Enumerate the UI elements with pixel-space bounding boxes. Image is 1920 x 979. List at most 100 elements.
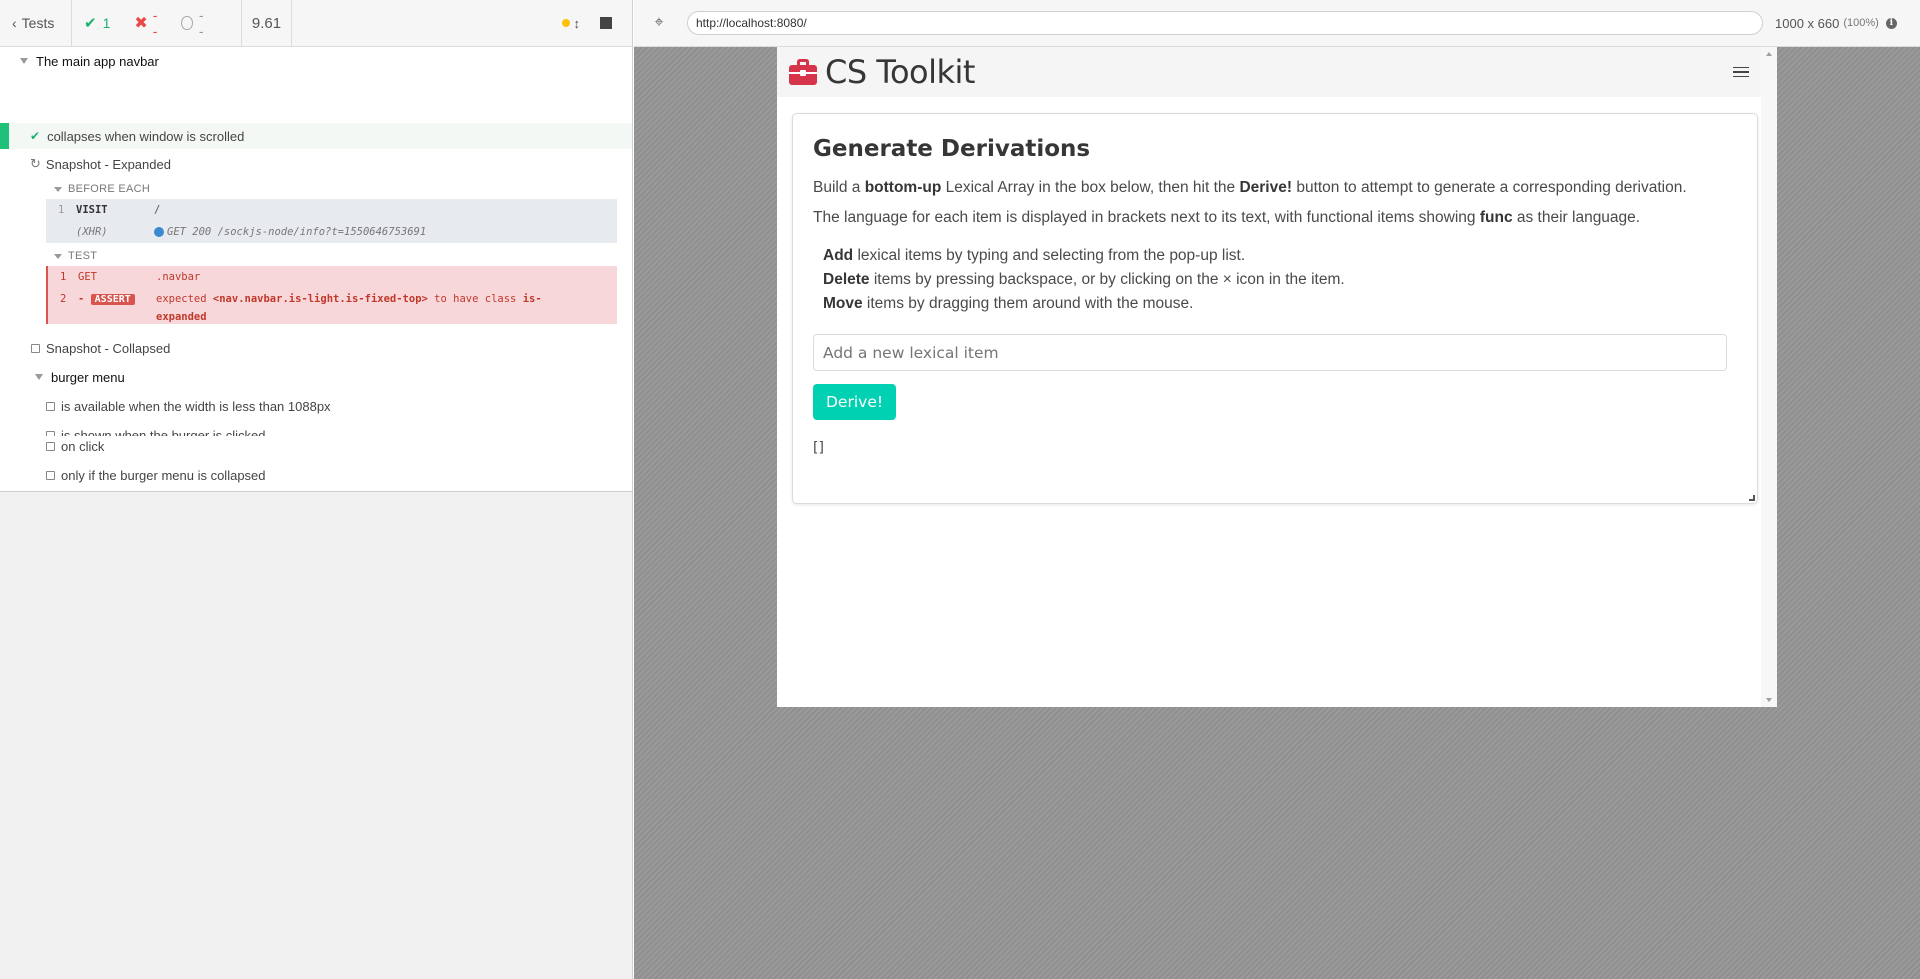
command-number: 1: [58, 204, 65, 216]
test-title: collapses when window is scrolled: [47, 128, 245, 144]
selector-playground-crosshair-icon[interactable]: ⌖: [634, 14, 684, 32]
instructions-list: Add lexical items by typing and selectin…: [823, 244, 1737, 316]
test-title: on click: [61, 438, 105, 454]
scrollbar[interactable]: [1761, 47, 1777, 707]
derivation-output: []: [813, 440, 824, 456]
lexical-item-input[interactable]: [813, 334, 1727, 371]
suite-title: The main app navbar: [36, 53, 159, 69]
instruction-delete: Delete items by pressing backspace, or b…: [823, 268, 1737, 292]
xhr-message: GET 200 /sockjs-node/info?t=155064675369…: [167, 226, 427, 238]
command-row[interactable]: 1 GET .navbar: [48, 266, 617, 288]
checkbox-icon: [31, 343, 40, 353]
command-row[interactable]: (XHR) GET 200 /sockjs-node/info?t=155064…: [46, 221, 617, 243]
command-name: (XHR): [76, 226, 108, 238]
hook-label: TEST: [68, 250, 98, 262]
xhr-status-dot-icon: [154, 227, 164, 237]
caret-down-icon: [20, 58, 28, 64]
hook-test[interactable]: TEST: [54, 250, 97, 262]
test-title: is available when the width is less than…: [61, 398, 331, 414]
caret-down-icon: [35, 374, 43, 380]
reporter-header: ‹ Tests ✔ 1 ✖ -- -- 9.61 ↕: [0, 0, 632, 47]
viewport-info[interactable]: 1000 x 660 (100%) i: [1775, 16, 1897, 31]
assert-label: - ASSERT: [78, 290, 156, 308]
command-name: VISIT: [76, 204, 108, 216]
command-message: /: [154, 204, 161, 216]
language-paragraph: The language for each item is displayed …: [813, 206, 1737, 230]
test-list-continued: on click only if the burger menu is coll…: [0, 436, 632, 492]
pending-count: --: [198, 7, 204, 39]
failed-count: --: [152, 7, 158, 39]
test-snapshot-expanded[interactable]: ↻ Snapshot - Expanded: [0, 154, 632, 174]
derive-button[interactable]: Derive!: [813, 384, 897, 420]
viewport-size: 1000 x 660: [1775, 15, 1840, 31]
checkbox-icon: [46, 441, 55, 451]
failed-stat: ✖ --: [134, 7, 157, 39]
instruction-text: items by dragging them around with the m…: [862, 295, 1194, 312]
tests-label: Tests: [21, 15, 55, 31]
intro-paragraph: Build a bottom-up Lexical Array in the b…: [813, 176, 1737, 200]
viewport-scale: (100%): [1843, 17, 1879, 29]
autoscroll-toggle[interactable]: ↕: [561, 15, 581, 31]
before-each-commands: 1 VISIT / (XHR) GET 200 /sockjs-node/inf…: [46, 199, 617, 243]
test-collapses-scrolled[interactable]: ✔ collapses when window is scrolled: [0, 123, 632, 149]
derivation-card: Generate Derivations Build a bottom-up L…: [792, 113, 1758, 504]
command-row[interactable]: 1 VISIT /: [46, 199, 617, 221]
app-under-test-panel: ⌖ http://localhost:8080/ 1000 x 660 (100…: [634, 0, 1920, 979]
test-burger-available[interactable]: is available when the width is less than…: [0, 396, 632, 416]
passed-stat: ✔ 1: [84, 14, 110, 32]
assert-class-part1: is-: [522, 293, 542, 305]
scroll-up-arrow-icon[interactable]: [1766, 52, 1772, 56]
text-bold: bottom-up: [864, 179, 942, 196]
test-title: only if the burger menu is collapsed: [61, 467, 266, 483]
assert-badge: ASSERT: [90, 294, 135, 305]
text-segment: button to attempt to generate a correspo…: [1292, 179, 1687, 196]
command-message: .navbar: [156, 271, 201, 283]
test-commands: 1 GET .navbar 2 - ASSERT expected <nav.n…: [46, 266, 617, 324]
caret-down-icon: [54, 253, 62, 259]
assert-class-part2: expanded: [156, 311, 207, 323]
test-on-click[interactable]: on click: [0, 436, 632, 456]
test-snapshot-collapsed[interactable]: Snapshot - Collapsed: [0, 338, 632, 358]
command-name: GET: [78, 271, 97, 283]
assert-subject: <nav.navbar.is-light.is-fixed-top>: [212, 293, 428, 305]
suite-burger-menu[interactable]: burger menu: [0, 367, 632, 387]
suite-main-navbar[interactable]: The main app navbar: [0, 51, 632, 71]
aut-header: ⌖ http://localhost:8080/ 1000 x 660 (100…: [634, 0, 1920, 47]
instruction-move: Move items by dragging them around with …: [823, 292, 1737, 316]
text-bold: Derive!: [1239, 179, 1293, 196]
suite-title: burger menu: [51, 369, 125, 385]
pending-circle-icon: [181, 16, 193, 30]
scroll-arrows-icon: ↕: [573, 15, 581, 31]
caret-down-icon: [54, 186, 62, 192]
command-number: 2: [60, 293, 67, 305]
url-bar[interactable]: http://localhost:8080/: [687, 11, 1763, 35]
text-segment: as their language.: [1512, 209, 1641, 226]
app-brand[interactable]: CS Toolkit: [825, 53, 975, 91]
command-message: GET 200 /sockjs-node/info?t=155064675369…: [154, 221, 426, 243]
check-icon: ✔: [84, 15, 97, 32]
instruction-verb: Delete: [823, 271, 870, 288]
hook-before-each[interactable]: BEFORE EACH: [54, 183, 150, 195]
pending-stat: --: [181, 7, 206, 39]
test-only-if-collapsed[interactable]: only if the burger menu is collapsed: [0, 465, 632, 485]
text-segment: Build a: [813, 179, 865, 196]
tests-back-button[interactable]: ‹ Tests: [0, 0, 72, 46]
checkbox-icon: [46, 470, 55, 480]
burger-menu-icon[interactable]: [1733, 66, 1749, 78]
scroll-down-arrow-icon[interactable]: [1766, 698, 1772, 702]
app-iframe: CS Toolkit Generate Derivations Build a …: [777, 47, 1777, 707]
command-row-assert[interactable]: 2 - ASSERT expected <nav.navbar.is-light…: [48, 288, 617, 323]
test-list: The main app navbar ✔ collapses when win…: [0, 47, 632, 491]
text-bold: func: [1479, 209, 1513, 226]
command-number: 1: [60, 271, 67, 283]
command-message: expected <nav.navbar.is-light.is-fixed-t…: [156, 290, 576, 326]
text-segment: The language for each item is displayed …: [813, 209, 1480, 226]
stop-button[interactable]: [600, 17, 612, 29]
test-stats: ✔ 1 ✖ -- --: [72, 0, 242, 46]
app-navbar: CS Toolkit: [777, 47, 1777, 97]
info-icon: i: [1885, 17, 1897, 29]
resize-grip-icon[interactable]: [1749, 495, 1755, 501]
chevron-left-icon: ‹: [12, 15, 17, 31]
passed-count: 1: [102, 15, 111, 31]
instruction-add: Add lexical items by typing and selectin…: [823, 244, 1737, 268]
